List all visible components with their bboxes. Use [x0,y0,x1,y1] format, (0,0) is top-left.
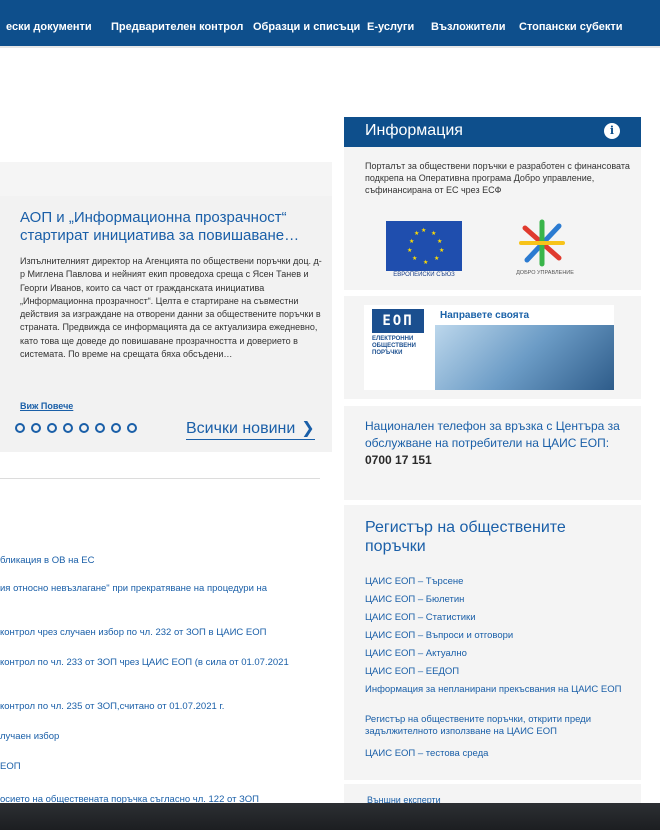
info-panel-text: Порталът за обществени поръчки е разрабо… [365,161,630,195]
register-link-espd[interactable]: ЦАИС ЕОП – ЕЕДОП [365,666,630,678]
phone-number: 0700 17 151 [365,453,432,467]
left-link-3[interactable]: контрол чрез случаен избор по чл. 232 от… [0,626,330,640]
eop-logo-text: ЕЛЕКТРОННИ ОБЩЕСТВЕНИ ПОРЪЧКИ [372,336,416,356]
carousel-dot[interactable] [15,423,25,433]
news-title[interactable]: АОП и „Информационна прозрачност“ старти… [20,209,320,245]
phone-info: Национален телефон за връзка с Центъра з… [365,418,635,469]
register-link-test-env[interactable]: ЦАИС ЕОП – тестова среда [365,748,630,760]
nav-item-contracting-authorities[interactable]: Възложители [431,21,506,33]
register-title: Регистър на обществените поръчки [365,519,566,555]
left-link-1[interactable]: бликация в ОВ на ЕС [0,554,330,568]
carousel-dot[interactable] [95,423,105,433]
carousel-dot[interactable] [31,423,41,433]
nav-item-preliminary-control[interactable]: Предварителен контрол [111,21,243,33]
carousel-dot[interactable] [63,423,73,433]
phone-text: Национален телефон за връзка с Центъра з… [365,419,620,450]
banner-slogan: Направете своята [440,310,530,321]
left-divider [0,478,320,479]
carousel-dot[interactable] [79,423,89,433]
register-link-bulletin[interactable]: ЦАИС ЕОП – Бюлетин [365,594,630,606]
nav-underline [0,46,660,48]
all-news-label: Всички новини [186,420,296,437]
info-icon: i [604,123,620,139]
register-link-legacy[interactable]: Регистър на обществените поръчки, открит… [365,714,630,738]
nav-item-economic-operators[interactable]: Стопански субекти [519,21,623,33]
carousel-dot[interactable] [111,423,121,433]
left-link-5[interactable]: контрол по чл. 235 от ЗОП,считано от 01.… [0,700,330,714]
eu-label: ЕВРОПЕЙСКИ СЪЮЗ [393,272,455,278]
main-navbar: ески документи Предварителен контрол Обр… [0,0,660,46]
register-link-faq[interactable]: ЦАИС ЕОП – Въпроси и отговори [365,630,630,642]
all-news-link[interactable]: Всички новини ❯ [186,418,315,440]
dobro-label: ДОБРО УПРАВЛЕНИЕ [516,270,574,276]
bottom-bar [0,803,660,830]
nav-item-documents[interactable]: ески документи [6,21,92,33]
nav-item-e-services[interactable]: Е-услуги [367,21,414,33]
info-panel-title: Информация [365,122,463,139]
carousel-dot[interactable] [127,423,137,433]
news-card-top [0,162,332,196]
left-link-6[interactable]: лучаен избор [0,730,330,744]
left-link-2[interactable]: ия относно невъзлагане" при прекратяване… [0,582,330,596]
register-link-outages[interactable]: Информация за непланирани прекъсвания на… [365,684,630,696]
eop-logo: ЕОП [372,309,424,333]
left-link-4[interactable]: контрол по чл. 233 от ЗОП чрез ЦАИС ЕОП … [0,656,330,670]
read-more-link[interactable]: Виж Повече [20,401,73,411]
nav-item-templates[interactable]: Образци и списъци [253,21,360,33]
laptop-image [435,325,614,390]
register-link-news[interactable]: ЦАИС ЕОП – Актуално [365,648,630,660]
left-link-7[interactable]: ЕОП [0,760,330,774]
register-link-statistics[interactable]: ЦАИС ЕОП – Статистики [365,612,630,624]
info-panel-header: Информация i [344,117,641,147]
dobro-upravlenie-logo [519,219,565,267]
eu-flag-logo: ★ ★ ★ ★ ★ ★ ★ ★ ★ ★ [386,221,462,271]
register-link-search[interactable]: ЦАИС ЕОП – Търсене [365,576,630,588]
chevron-right-icon: ❯ [301,420,315,437]
carousel-dots [15,423,137,433]
news-body: Изпълнителният директор на Агенцията по … [20,256,322,360]
carousel-dot[interactable] [47,423,57,433]
